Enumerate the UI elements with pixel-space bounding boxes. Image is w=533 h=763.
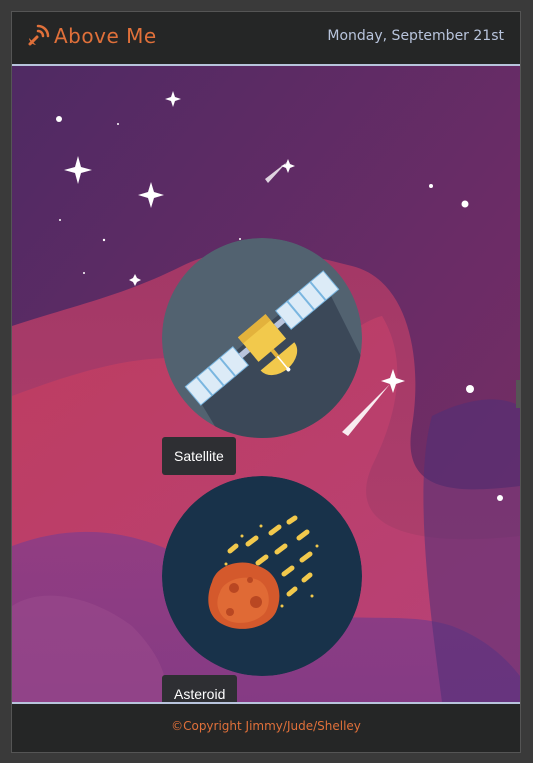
- space-scene: Satellite Asteroid: [12, 66, 520, 702]
- copyright-text: ©Copyright Jimmy/Jude/Shelley: [171, 719, 361, 733]
- header: Above Me Monday, September 21st: [12, 12, 520, 66]
- satellite-dish-icon: [28, 24, 50, 46]
- footer: ©Copyright Jimmy/Jude/Shelley: [12, 702, 520, 752]
- asteroid-card[interactable]: [162, 476, 362, 676]
- brand-link[interactable]: Above Me: [26, 24, 157, 48]
- scrollbar-handle[interactable]: [516, 380, 520, 408]
- current-date: Monday, September 21st: [327, 28, 504, 44]
- asteroid-icon: [162, 476, 362, 676]
- asteroid-label[interactable]: Asteroid: [162, 675, 238, 702]
- satellite-label[interactable]: Satellite: [162, 437, 236, 475]
- brand-title: Above Me: [54, 24, 157, 48]
- satellite-card[interactable]: [162, 238, 362, 438]
- app-window: Above Me Monday, September 21st Satellit…: [11, 11, 521, 753]
- satellite-icon: [162, 238, 362, 438]
